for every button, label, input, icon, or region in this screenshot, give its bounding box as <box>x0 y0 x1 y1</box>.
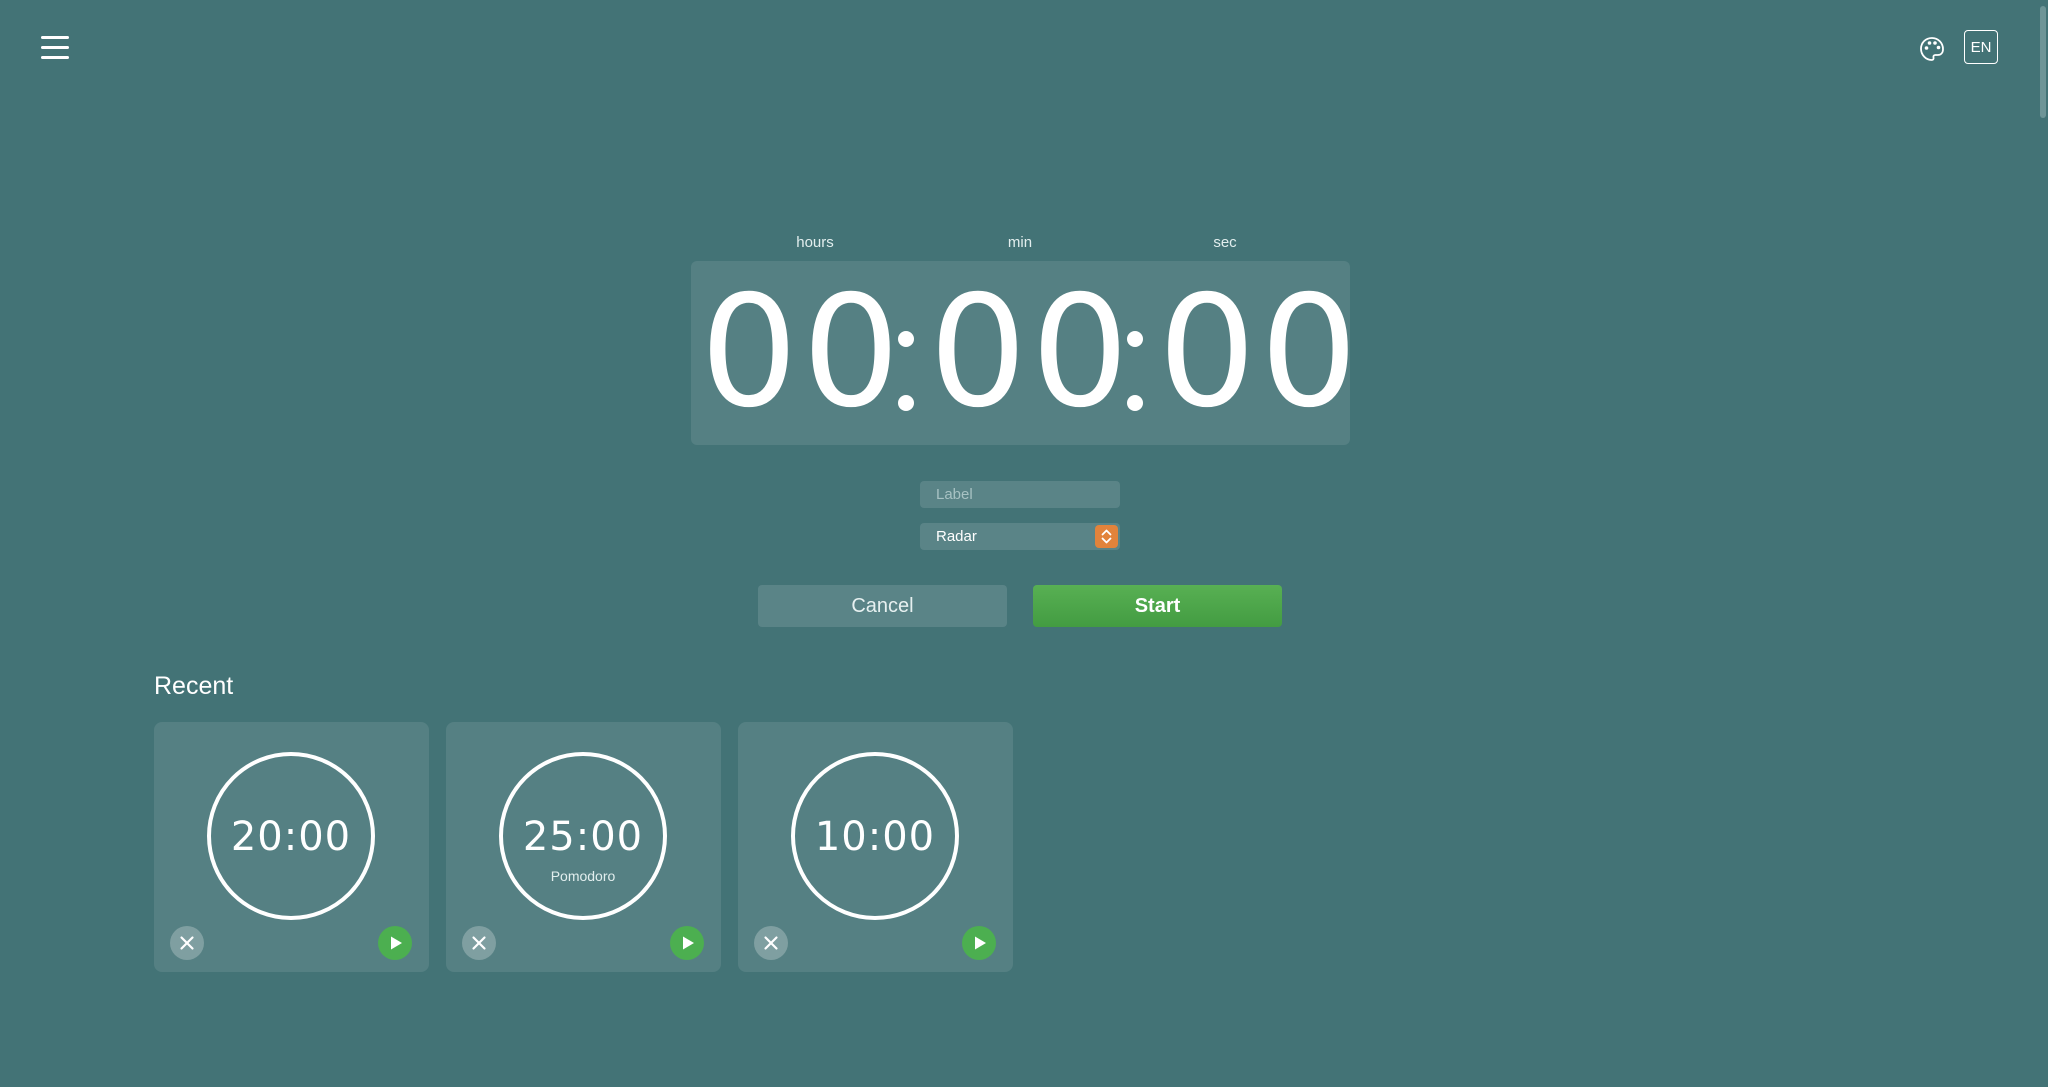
recent-heading: Recent <box>154 672 234 700</box>
palette-icon[interactable] <box>1918 35 1946 63</box>
recent-timer-card[interactable]: 25:00 Pomodoro <box>446 722 721 972</box>
scrollbar-thumb[interactable] <box>2040 6 2046 118</box>
delete-recent-button[interactable] <box>462 926 496 960</box>
recent-timer-label: Pomodoro <box>550 868 616 884</box>
close-icon <box>764 936 778 950</box>
hours-digits[interactable]: 00 <box>700 268 900 438</box>
recent-timer-time: 20:00 <box>230 814 352 860</box>
delete-recent-button[interactable] <box>170 926 204 960</box>
close-icon <box>180 936 194 950</box>
language-button[interactable]: EN <box>1964 30 1998 64</box>
play-recent-button[interactable] <box>670 926 704 960</box>
start-button[interactable]: Start <box>1033 585 1282 627</box>
seconds-unit-label: sec <box>1213 234 1237 251</box>
play-icon <box>391 936 402 950</box>
recent-timer-card[interactable]: 10:00 <box>738 722 1013 972</box>
label-input[interactable] <box>920 481 1120 508</box>
play-recent-button[interactable] <box>962 926 996 960</box>
sound-select-value: Radar <box>936 528 977 545</box>
hamburger-menu-icon[interactable] <box>41 36 69 60</box>
scrollbar[interactable] <box>2038 0 2048 1087</box>
recent-timer-time: 10:00 <box>814 814 936 860</box>
cancel-button[interactable]: Cancel <box>758 585 1007 627</box>
recent-timer-card[interactable]: 20:00 <box>154 722 429 972</box>
close-icon <box>472 936 486 950</box>
timer-ring: 20:00 <box>207 752 375 920</box>
seconds-digits[interactable]: 00 <box>1158 268 1358 438</box>
chevron-up-down-icon[interactable] <box>1095 525 1118 548</box>
timer-ring: 10:00 <box>791 752 959 920</box>
colon-separator <box>1127 331 1143 411</box>
minutes-digits[interactable]: 00 <box>929 268 1129 438</box>
play-icon <box>683 936 694 950</box>
recent-timer-time: 25:00 <box>522 814 644 860</box>
sound-select[interactable]: Radar <box>920 523 1120 550</box>
minutes-unit-label: min <box>1007 234 1033 251</box>
play-icon <box>975 936 986 950</box>
delete-recent-button[interactable] <box>754 926 788 960</box>
play-recent-button[interactable] <box>378 926 412 960</box>
timer-ring: 25:00 Pomodoro <box>499 752 667 920</box>
colon-separator <box>898 331 914 411</box>
hours-unit-label: hours <box>796 234 834 251</box>
